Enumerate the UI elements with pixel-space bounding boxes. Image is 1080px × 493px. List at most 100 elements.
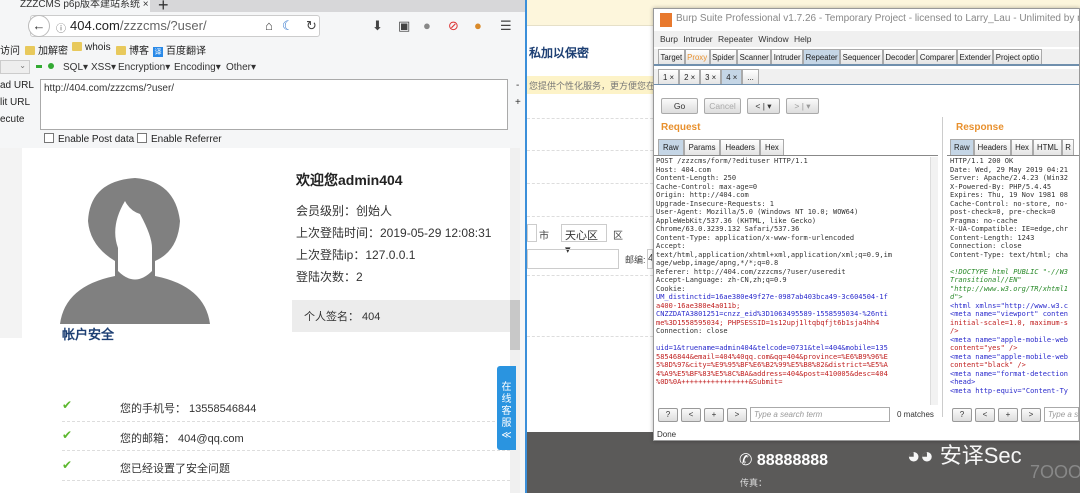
resp-search-prev-button[interactable]: < <box>975 408 995 422</box>
welcome-heading: 欢迎您admin404 <box>296 172 403 188</box>
tab-repeater[interactable]: Repeater <box>803 49 841 64</box>
bookmark-item[interactable]: 访问 <box>0 42 20 57</box>
expand-button[interactable]: + <box>515 97 521 108</box>
menu-burp[interactable]: Burp <box>660 34 678 44</box>
response-search-input[interactable]: Type a search term <box>1044 407 1079 422</box>
cancel-button[interactable]: Cancel <box>704 98 741 114</box>
hackbar-url-input[interactable]: http://404.com/zzzcms/?user/ <box>40 79 508 130</box>
go-button[interactable]: Go <box>661 98 698 114</box>
menu-xss[interactable]: XSS▾ <box>91 62 116 73</box>
menu-encoding[interactable]: Encoding▾ <box>174 62 221 73</box>
resp-tab-hex[interactable]: Hex <box>1011 139 1033 155</box>
req-tab-headers[interactable]: Headers <box>720 139 760 155</box>
subtab-2[interactable]: 2 × <box>679 69 701 84</box>
forward-history-button[interactable]: > | ▾ <box>786 98 819 114</box>
hackbar-select[interactable]: ⌄ <box>0 60 30 74</box>
divider <box>62 421 510 422</box>
url-text[interactable]: 404.com/zzzcms/?user/ <box>70 18 207 33</box>
phone-icon: ✆ <box>739 452 757 469</box>
subtab-1[interactable]: 1 × <box>658 69 680 84</box>
security-question: 您已经设置了安全问题 <box>120 463 230 475</box>
request-search-input[interactable]: Type a search term <box>750 407 890 422</box>
new-tab-button[interactable]: + <box>158 0 169 16</box>
request-editor[interactable]: POST /zzzcms/form/?edituser HTTP/1.1 Host… <box>656 157 929 405</box>
city-select[interactable] <box>527 224 537 242</box>
menu-other[interactable]: Other▾ <box>226 62 256 73</box>
response-editor[interactable]: HTTP/1.1 200 OK Date: Wed, 29 May 2019 04… <box>950 157 1079 405</box>
scrollbar-thumb[interactable] <box>510 300 520 350</box>
bookmark-folder[interactable]: 加解密 <box>25 42 68 57</box>
chat-icon[interactable]: ● <box>423 18 431 33</box>
enable-referrer-checkbox[interactable]: Enable Referrer <box>137 133 222 145</box>
resp-search-next-button[interactable]: > <box>1021 408 1041 422</box>
address-input[interactable] <box>527 249 619 269</box>
block-icon[interactable]: ⊘ <box>448 18 459 34</box>
reload-icon[interactable]: ↻ <box>306 18 317 34</box>
cookie-icon[interactable]: ● <box>474 18 482 33</box>
response-html-line: /> <box>950 327 959 335</box>
menu-intruder[interactable]: Intruder <box>683 34 712 44</box>
tab-sequencer[interactable]: Sequencer <box>840 49 883 64</box>
tab-scanner[interactable]: Scanner <box>737 49 772 64</box>
tab-project-options[interactable]: Project optio <box>993 49 1042 64</box>
sidebar-icon[interactable]: ▣ <box>398 18 410 34</box>
help-button[interactable]: ? <box>658 408 678 422</box>
menu-window[interactable]: Window <box>758 34 788 44</box>
request-line: POST /zzzcms/form/?edituser HTTP/1.1 <box>656 157 808 165</box>
subtab-4[interactable]: 4 × <box>721 69 743 84</box>
search-options-button[interactable]: + <box>704 408 724 422</box>
bookmark-folder[interactable]: 博客 <box>116 42 149 57</box>
collapse-icon: ≪ <box>501 430 512 441</box>
checkbox-label: Enable Referrer <box>151 134 222 145</box>
search-prev-button[interactable]: < <box>681 408 701 422</box>
execute-button[interactable]: ecute <box>0 114 24 125</box>
request-line: Cache-Control: max-age=0 <box>656 182 758 191</box>
back-button[interactable]: ← <box>28 15 50 37</box>
split-divider[interactable] <box>942 117 943 417</box>
menu-icon[interactable]: ☰ <box>500 18 512 34</box>
menu-help[interactable]: Help <box>794 34 811 44</box>
check-icon: ✔ <box>62 458 73 472</box>
back-history-button[interactable]: < | ▾ <box>747 98 780 114</box>
main-tabs: Target Proxy Spider Scanner Intruder Rep… <box>654 49 1079 66</box>
load-url-button[interactable]: ad URL <box>0 80 34 91</box>
tab-intruder[interactable]: Intruder <box>771 49 804 64</box>
resp-tab-headers[interactable]: Headers <box>973 139 1012 155</box>
bookmark-folder[interactable]: whois <box>72 42 111 53</box>
resp-search-options-button[interactable]: + <box>998 408 1018 422</box>
home-icon[interactable]: ⌂ <box>265 18 273 33</box>
online-service-button[interactable]: 在线客服 ≪ <box>497 366 516 450</box>
resp-tab-raw[interactable]: Raw <box>950 139 974 155</box>
resp-help-button[interactable]: ? <box>952 408 972 422</box>
req-tab-hex[interactable]: Hex <box>759 139 784 155</box>
request-scrollbar[interactable] <box>930 157 938 405</box>
resp-tab-render[interactable]: R <box>1062 139 1074 155</box>
tab-comparer[interactable]: Comparer <box>917 49 958 64</box>
subtab-new[interactable]: ... <box>742 69 759 84</box>
subtab-3[interactable]: 3 × <box>700 69 722 84</box>
tab-proxy[interactable]: Proxy <box>684 49 710 64</box>
shrink-button[interactable]: - <box>516 80 519 91</box>
req-tab-raw[interactable]: Raw <box>658 139 684 155</box>
resp-tab-html[interactable]: HTML <box>1032 139 1063 155</box>
tab-spider[interactable]: Spider <box>709 49 738 64</box>
bookmark-item[interactable]: 译百度翻译 <box>153 42 206 57</box>
tab-decoder[interactable]: Decoder <box>882 49 918 64</box>
tab-target[interactable]: Target <box>658 49 685 64</box>
extension-icon[interactable]: ☾ <box>282 18 294 34</box>
download-icon[interactable]: ⬇ <box>372 18 383 34</box>
split-url-button[interactable]: lit URL <box>0 97 30 108</box>
req-tab-params[interactable]: Params <box>683 139 721 155</box>
tab-extender[interactable]: Extender <box>957 49 994 64</box>
menu-encryption[interactable]: Encryption▾ <box>118 62 170 73</box>
request-line: Origin: http://404.com <box>656 191 749 199</box>
enable-post-checkbox[interactable]: Enable Post data <box>44 133 134 145</box>
search-next-button[interactable]: > <box>727 408 747 422</box>
browser-tab[interactable]: ZZZCMS p6p版本建站系统 × <box>0 0 150 12</box>
menu-repeater[interactable]: Repeater <box>718 34 753 44</box>
divider <box>527 118 653 119</box>
district-select[interactable]: 天心区 ▾ <box>561 224 607 256</box>
menu-sql[interactable]: SQL▾ <box>63 62 88 73</box>
info-icon[interactable]: ⓘ <box>56 20 66 35</box>
footer-phone: ✆ 88888888 <box>739 450 828 470</box>
